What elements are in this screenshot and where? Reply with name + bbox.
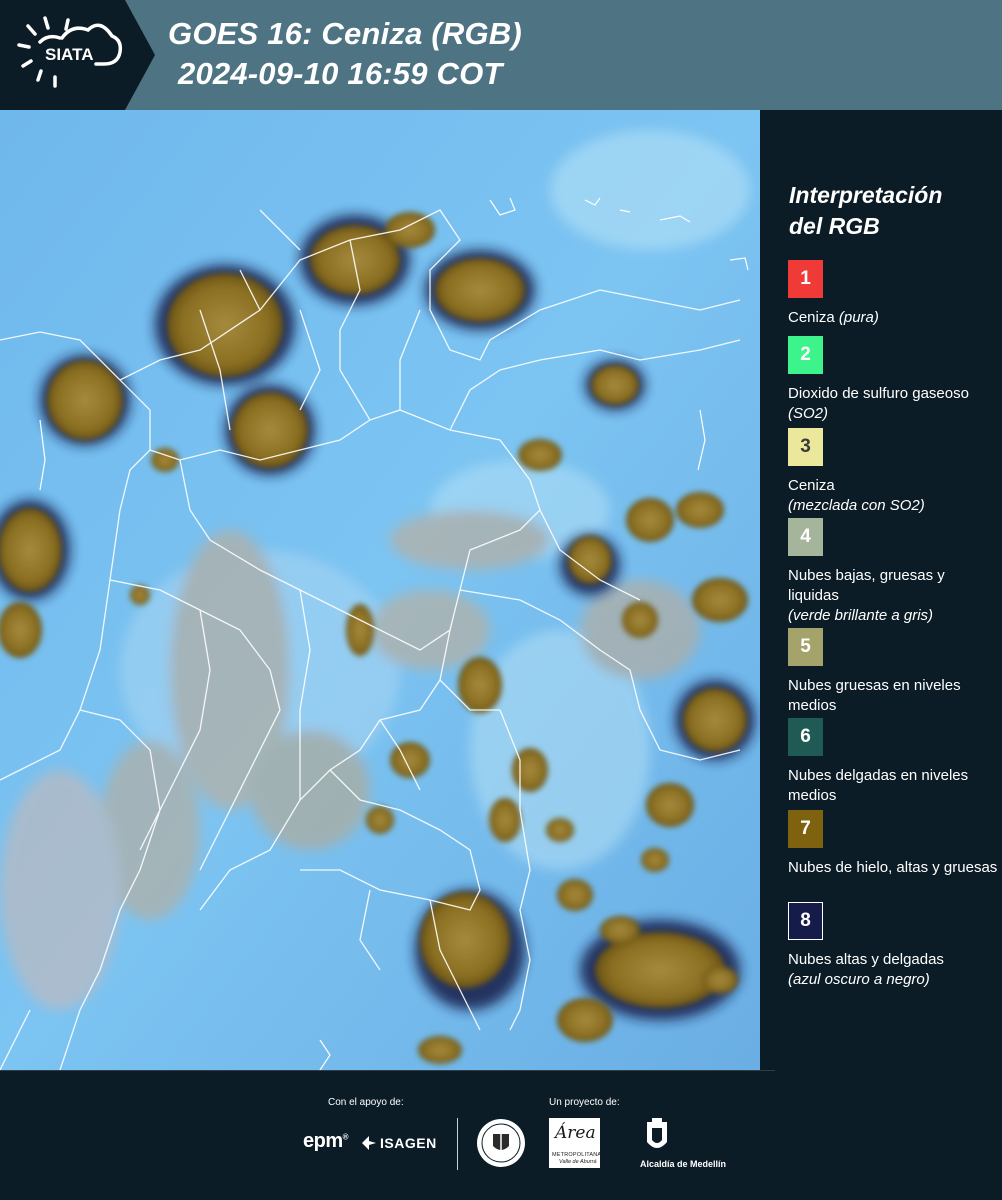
title-datetime: 2024-09-10 16:59 COT xyxy=(178,56,503,91)
area-logo-title: Área xyxy=(555,1123,596,1143)
footer-vertical-divider xyxy=(457,1118,458,1170)
legend-title-line2: del RGB xyxy=(789,213,880,239)
legend-item-label: Nubes delgadas en niveles medios xyxy=(788,767,969,804)
legend-item-label: Dioxido de sulfuro gaseoso (SO2) xyxy=(788,385,969,422)
legend-title-line1: Interpretación xyxy=(789,182,943,208)
legend-item-label: Nubes altas y delgadas (azul oscuro a neg… xyxy=(788,951,944,988)
area-metropolitana-logo: Área METROPOLITANA Valle de Aburrá xyxy=(549,1118,602,1168)
legend-item-1: 1 Ceniza (pura) xyxy=(788,260,998,328)
legend-swatch: 8 xyxy=(788,902,823,940)
page-title: GOES 16: Ceniza (RGB) 2024-09-10 16:59 C… xyxy=(168,14,522,94)
legend-item-7: 7 Nubes de hielo, altas y gruesas xyxy=(788,810,998,878)
isagen-icon xyxy=(362,1136,376,1150)
legend-swatch: 7 xyxy=(788,810,823,848)
medellin-shield-icon xyxy=(647,1118,667,1148)
legend-item-5: 5 Nubes gruesas en niveles medios xyxy=(788,628,998,716)
area-logo-subtitle2: Valle de Aburrá xyxy=(559,1159,597,1165)
epm-logo: epm® xyxy=(303,1130,349,1152)
legend-panel: Interpretación del RGB 1 Ceniza (pura) 2… xyxy=(760,110,1002,1070)
legend-swatch: 2 xyxy=(788,336,823,374)
legend-swatch: 1 xyxy=(788,260,823,298)
isagen-logo: ISAGEN xyxy=(380,1135,437,1151)
title-product: GOES 16: Ceniza (RGB) xyxy=(168,16,522,51)
support-label: Con el apoyo de: xyxy=(328,1097,404,1108)
legend-item-8: 8 Nubes altas y delgadas (azul oscuro a n… xyxy=(788,902,998,990)
legend-item-2: 2 Dioxido de sulfuro gaseoso (SO2) xyxy=(788,336,998,424)
legend-swatch: 6 xyxy=(788,718,823,756)
legend-item-6: 6 Nubes delgadas en niveles medios xyxy=(788,718,998,806)
header-bar: SIATA GOES 16: Ceniza (RGB) 2024-09-10 1… xyxy=(0,0,1002,110)
legend-swatch: 3 xyxy=(788,428,823,466)
university-seal-icon xyxy=(477,1119,525,1167)
legend-swatch: 4 xyxy=(788,518,823,556)
footer-divider xyxy=(0,1070,775,1071)
siata-logo: SIATA xyxy=(0,0,155,110)
legend-swatch: 5 xyxy=(788,628,823,666)
legend-item-label: Nubes gruesas en niveles medios xyxy=(788,677,961,714)
area-logo-subtitle: METROPOLITANA xyxy=(552,1152,602,1158)
legend-item-label: Ceniza (mezclada con SO2) xyxy=(788,477,925,514)
footer: Con el apoyo de: Un proyecto de: epm® IS… xyxy=(0,1070,1002,1200)
legend-item-label: Nubes bajas, gruesas y liquidas (verde br… xyxy=(788,567,945,624)
legend-item-label: Nubes de hielo, altas y gruesas xyxy=(788,859,998,876)
legend-item-3: 3 Ceniza (mezclada con SO2) xyxy=(788,428,998,516)
legend-item-4: 4 Nubes bajas, gruesas y liquidas (verde … xyxy=(788,518,998,626)
project-label: Un proyecto de: xyxy=(549,1097,620,1108)
alcaldia-medellin-logo: Alcaldía de Medellín xyxy=(640,1159,727,1169)
satellite-map xyxy=(0,110,760,1070)
legend-item-label: Ceniza (pura) xyxy=(788,309,879,326)
siata-logo-text: SIATA xyxy=(45,45,93,64)
legend-title: Interpretación del RGB xyxy=(789,180,942,242)
